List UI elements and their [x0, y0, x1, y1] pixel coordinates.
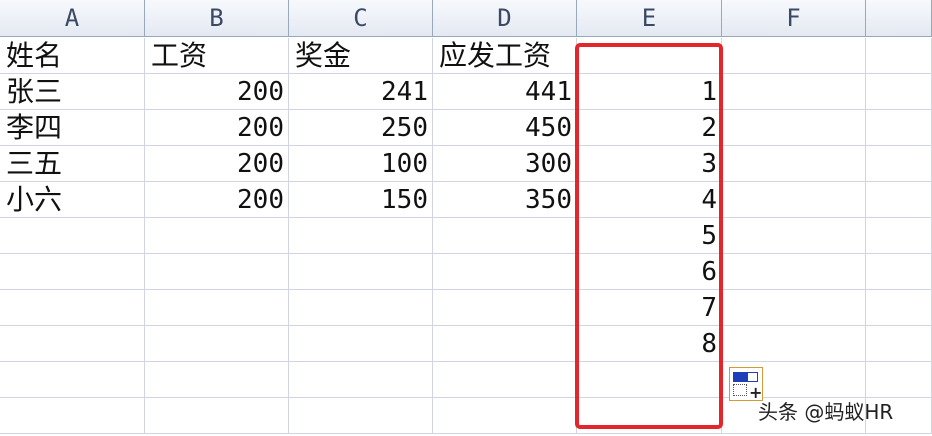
cell[interactable]: 6 [577, 254, 722, 290]
column-header-d[interactable]: D [433, 0, 577, 37]
cell[interactable]: 250 [289, 110, 433, 146]
column-header-g[interactable] [866, 0, 932, 37]
autofill-square-icon [733, 372, 747, 382]
cell[interactable] [866, 290, 932, 326]
cell[interactable]: 300 [433, 146, 577, 182]
column-header-a[interactable]: A [0, 0, 145, 37]
cell[interactable]: 奖金 [289, 38, 433, 74]
cell[interactable]: 7 [577, 290, 722, 326]
cell[interactable]: 李四 [0, 110, 145, 146]
cell[interactable] [577, 398, 722, 434]
cell[interactable] [0, 218, 145, 254]
cell[interactable]: 应发工资 [433, 38, 577, 74]
cell[interactable] [289, 218, 433, 254]
cell[interactable] [866, 182, 932, 218]
cell[interactable]: 三五 [0, 146, 145, 182]
cell[interactable] [722, 254, 866, 290]
cell[interactable] [722, 38, 866, 74]
cell[interactable] [145, 290, 289, 326]
cell[interactable] [145, 326, 289, 362]
cell[interactable]: 200 [145, 110, 289, 146]
cell[interactable]: 8 [577, 326, 722, 362]
cell[interactable] [433, 326, 577, 362]
column-header-f[interactable]: F [722, 0, 866, 37]
cell[interactable]: 200 [145, 146, 289, 182]
cell[interactable]: 350 [433, 182, 577, 218]
cell[interactable] [577, 362, 722, 398]
cell[interactable]: 100 [289, 146, 433, 182]
cell[interactable] [145, 362, 289, 398]
cell[interactable] [289, 326, 433, 362]
cell[interactable] [722, 218, 866, 254]
cell[interactable]: 200 [145, 74, 289, 110]
cell[interactable] [866, 254, 932, 290]
cell[interactable]: 2 [577, 110, 722, 146]
cell[interactable] [289, 290, 433, 326]
cell[interactable] [433, 398, 577, 434]
autofill-dotted-icon [733, 384, 747, 396]
cell[interactable] [722, 74, 866, 110]
cell[interactable] [722, 290, 866, 326]
cell[interactable] [289, 398, 433, 434]
cell[interactable]: 200 [145, 182, 289, 218]
cell[interactable] [145, 398, 289, 434]
cell[interactable] [866, 74, 932, 110]
cell[interactable] [866, 110, 932, 146]
cell[interactable]: 张三 [0, 74, 145, 110]
cell[interactable] [722, 182, 866, 218]
cell[interactable] [866, 218, 932, 254]
cell[interactable] [0, 254, 145, 290]
cell[interactable] [866, 146, 932, 182]
cell[interactable] [0, 398, 145, 434]
cell[interactable] [0, 326, 145, 362]
cell[interactable]: 241 [289, 74, 433, 110]
cell[interactable]: 小六 [0, 182, 145, 218]
cell[interactable]: 3 [577, 146, 722, 182]
cell[interactable] [145, 218, 289, 254]
cell[interactable] [145, 254, 289, 290]
column-header-b[interactable]: B [145, 0, 289, 37]
cell[interactable] [433, 290, 577, 326]
cell[interactable]: 姓名 [0, 38, 145, 74]
cell[interactable] [433, 218, 577, 254]
cell[interactable] [722, 146, 866, 182]
cell[interactable]: 工资 [145, 38, 289, 74]
cell[interactable] [722, 110, 866, 146]
cell[interactable] [0, 290, 145, 326]
cell[interactable] [866, 38, 932, 74]
cell[interactable]: 150 [289, 182, 433, 218]
cell[interactable]: 450 [433, 110, 577, 146]
cell[interactable] [866, 362, 932, 398]
cell[interactable] [289, 362, 433, 398]
cell[interactable]: 4 [577, 182, 722, 218]
column-header-c[interactable]: C [289, 0, 433, 37]
cell[interactable] [433, 254, 577, 290]
cell[interactable] [722, 326, 866, 362]
column-header-e[interactable]: E [577, 0, 722, 37]
cell[interactable] [0, 362, 145, 398]
watermark: 头条 @蚂蚁HR [758, 400, 894, 424]
cell[interactable] [577, 38, 722, 74]
cell[interactable]: 5 [577, 218, 722, 254]
cell[interactable]: 1 [577, 74, 722, 110]
cell[interactable] [866, 326, 932, 362]
cell[interactable] [289, 254, 433, 290]
cell[interactable]: 441 [433, 74, 577, 110]
spreadsheet-grid: A B C D E F 姓名 工资 奖金 应发工资 张三 200 241 441 1 李四 200 250 450 2… [0, 0, 932, 436]
autofill-square-outline-icon [747, 372, 758, 382]
cell[interactable] [433, 362, 577, 398]
